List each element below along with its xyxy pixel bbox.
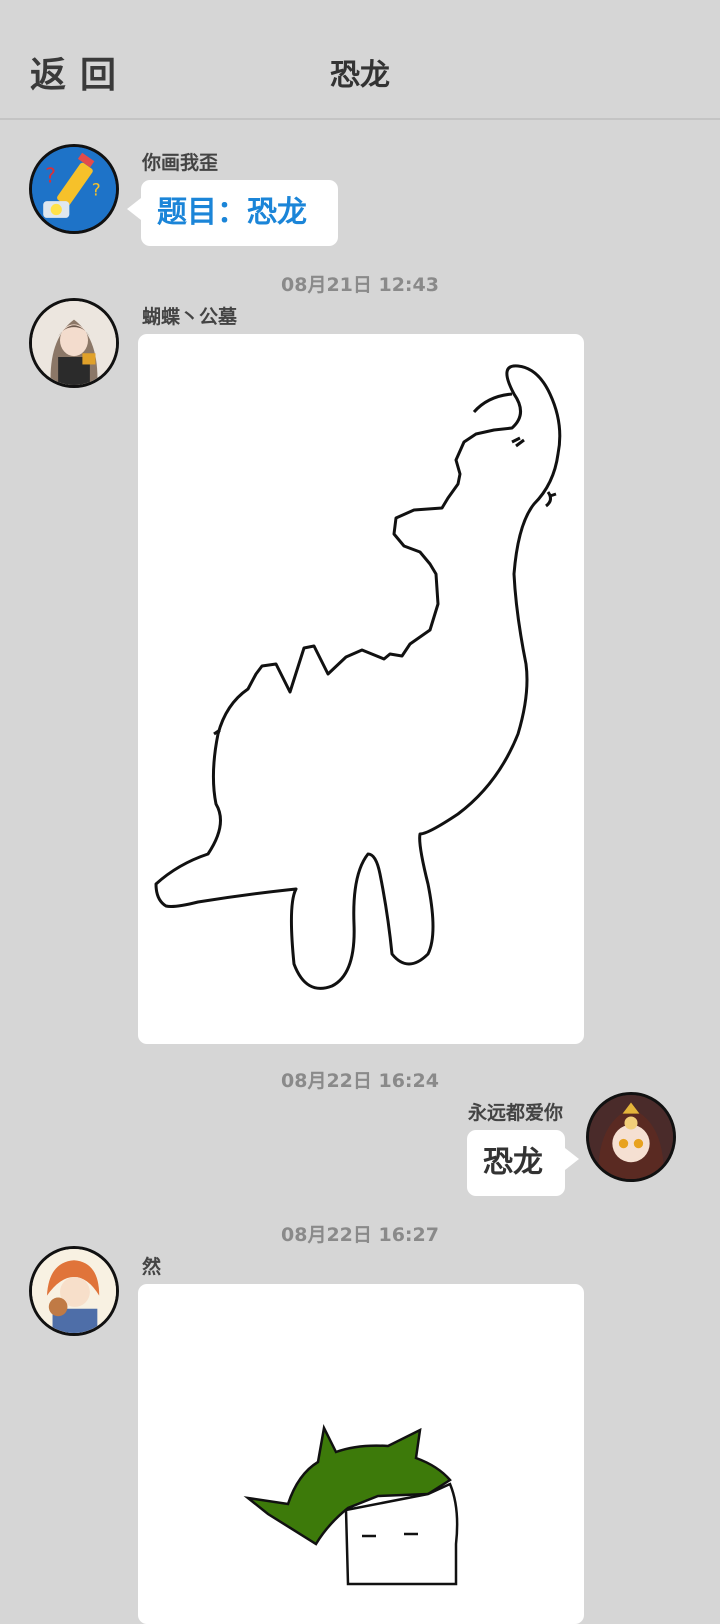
message-text: 题目：恐龙 — [157, 195, 307, 230]
drawing-bubble[interactable] — [138, 1284, 584, 1624]
anime-boy-avatar-icon — [32, 1249, 116, 1333]
sender-name: 永远都爱你 — [467, 1102, 563, 1124]
sender-name: 然 — [142, 1256, 162, 1278]
anime-girl-avatar-icon — [32, 301, 116, 385]
anime-girl-avatar-icon — [589, 1095, 673, 1179]
sender-name: 蝴蝶丶公墓 — [142, 306, 238, 328]
timestamp: 08月22日 16:24 — [281, 1070, 439, 1092]
avatar-user[interactable] — [29, 298, 119, 388]
avatar-app[interactable]: ? ? — [29, 144, 119, 234]
drawing-bubble[interactable] — [138, 334, 584, 1044]
top-bar: 返回 恐龙 — [0, 0, 720, 120]
pencil-app-icon: ? ? — [32, 147, 116, 231]
svg-text:?: ? — [92, 180, 101, 200]
timestamp: 08月22日 16:27 — [281, 1224, 439, 1246]
message-bubble[interactable]: 题目：恐龙 — [127, 180, 338, 246]
dinosaur-drawing — [154, 364, 562, 990]
message-bubble[interactable]: 恐龙 — [467, 1130, 579, 1196]
avatar-user[interactable] — [29, 1246, 119, 1336]
timestamp: 08月21日 12:43 — [281, 274, 439, 296]
avatar-user[interactable] — [586, 1092, 676, 1182]
sender-name: 你画我歪 — [142, 152, 219, 174]
svg-text:?: ? — [45, 163, 56, 187]
page-title: 恐龙 — [330, 58, 390, 93]
message-text: 恐龙 — [483, 1145, 543, 1180]
green-character-drawing — [243, 1424, 459, 1586]
